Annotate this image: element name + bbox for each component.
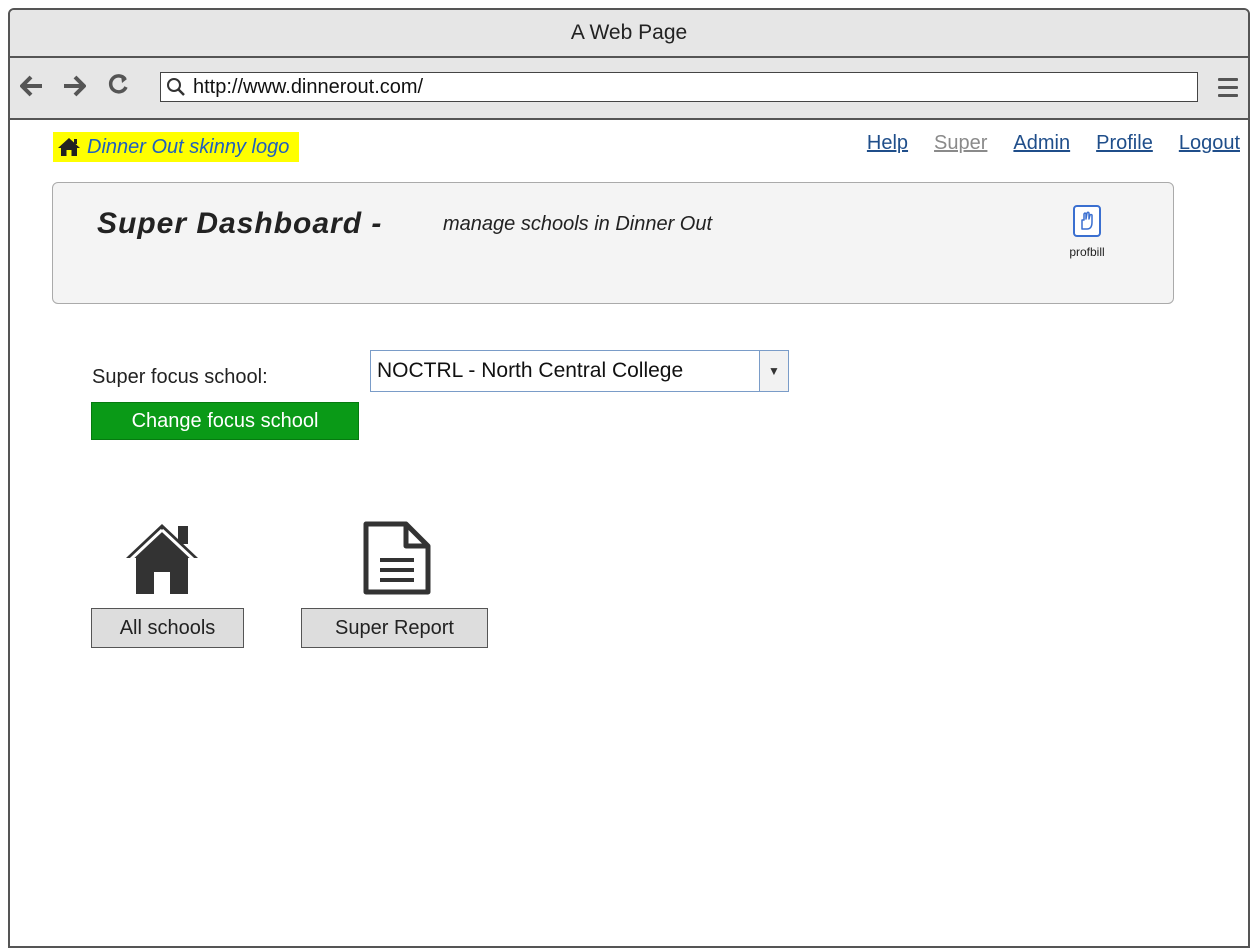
chevron-down-icon[interactable]: ▼ [759,351,788,391]
page-title: Super Dashboard - [97,207,383,240]
all-schools-home-icon[interactable] [122,520,202,601]
super-report-button[interactable]: Super Report [301,608,488,648]
browser-window: A Web Page http://www.dinnerout.com/ Din… [8,8,1250,948]
forward-button[interactable] [62,73,86,103]
super-report-document-icon[interactable] [362,520,432,601]
nav-link-help[interactable]: Help [867,132,908,155]
dashboard-header-panel: Super Dashboard - manage schools in Dinn… [52,182,1174,304]
window-title: A Web Page [570,21,688,44]
reload-icon [108,74,128,94]
arrow-left-icon [20,75,42,97]
address-bar[interactable]: http://www.dinnerout.com/ [160,72,1198,102]
page-content: Dinner Out skinny logo Help Super Admin … [10,120,1248,940]
browser-toolbar: http://www.dinnerout.com/ [10,58,1248,120]
focus-school-value: NOCTRL - North Central College [377,359,684,382]
focus-school-label: Super focus school: [92,366,268,388]
nav-link-logout[interactable]: Logout [1179,132,1240,155]
url-text: http://www.dinnerout.com/ [193,75,424,98]
focus-school-select[interactable]: NOCTRL - North Central College ▼ [370,350,789,392]
back-button[interactable] [20,73,44,103]
user-avatar-icon [1073,205,1101,237]
page-subtitle: manage schools in Dinner Out [443,213,713,235]
nav-link-profile[interactable]: Profile [1096,132,1153,155]
window-titlebar: A Web Page [10,10,1248,58]
arrow-right-icon [64,75,86,97]
change-focus-school-button[interactable]: Change focus school [91,402,359,440]
logo-text: Dinner Out skinny logo [87,135,290,158]
nav-link-super[interactable]: Super [934,132,987,155]
nav-link-admin[interactable]: Admin [1013,132,1070,155]
all-schools-button[interactable]: All schools [91,608,244,648]
search-icon [161,72,191,102]
user-badge[interactable]: profbill [1057,205,1117,259]
top-nav: Help Super Admin Profile Logout [867,132,1240,155]
home-icon [58,138,80,156]
hamburger-menu-icon[interactable] [1218,78,1238,102]
site-logo[interactable]: Dinner Out skinny logo [53,132,300,162]
username: profbill [1069,245,1105,259]
reload-button[interactable] [108,73,130,103]
